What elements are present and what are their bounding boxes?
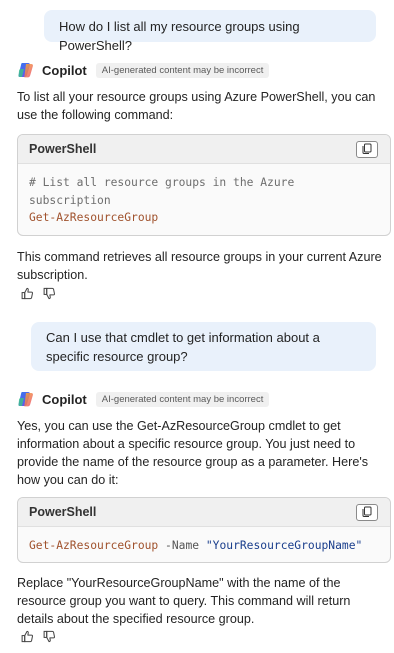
- user-message: How do I list all my resource groups usi…: [44, 10, 376, 53]
- code-parameter: -Name: [165, 539, 200, 552]
- code-language-label: PowerShell: [29, 142, 97, 156]
- response-outro: This command retrieves all resource grou…: [17, 250, 382, 282]
- chat-window: How do I list all my resource groups usi…: [0, 0, 394, 653]
- assistant-name: Copilot: [42, 391, 87, 407]
- response-intro: To list all your resource groups using A…: [17, 90, 376, 122]
- user-message: Can I use that cmdlet to get information…: [31, 322, 376, 371]
- user-message-text: Can I use that cmdlet to get information…: [46, 330, 320, 364]
- code-content: Get-AzResourceGroup -Name "YourResourceG…: [18, 527, 390, 562]
- ai-disclaimer-badge: AI-generated content may be incorrect: [95, 391, 270, 407]
- copy-button[interactable]: [356, 140, 378, 158]
- copy-icon: [362, 506, 372, 517]
- copy-icon: [362, 143, 372, 154]
- feedback-bar: [21, 630, 56, 643]
- response-intro: Yes, you can use the Get-AzResourceGroup…: [17, 419, 369, 487]
- copy-button[interactable]: [356, 503, 378, 521]
- feedback-bar: [21, 287, 56, 300]
- thumbs-down-icon[interactable]: [43, 630, 56, 643]
- code-line: Get-AzResourceGroup -Name "YourResourceG…: [29, 537, 379, 555]
- code-block-header: PowerShell: [18, 498, 390, 527]
- code-command: Get-AzResourceGroup: [29, 211, 159, 224]
- thumbs-up-icon[interactable]: [21, 630, 34, 643]
- assistant-name: Copilot: [42, 62, 87, 78]
- code-comment: # List all resource groups in the Azure: [29, 176, 295, 189]
- copilot-logo-icon: [18, 392, 33, 407]
- code-block: PowerShell # List all resource groups in…: [17, 134, 391, 236]
- code-comment: subscription: [29, 193, 111, 207]
- thumbs-up-icon[interactable]: [21, 287, 34, 300]
- ai-disclaimer-badge: AI-generated content may be incorrect: [95, 62, 270, 78]
- response-outro: Replace "YourResourceGroupName" with the…: [17, 576, 351, 626]
- copilot-logo-icon: [18, 63, 33, 78]
- assistant-header: Copilot AI-generated content may be inco…: [17, 390, 270, 408]
- code-block: PowerShell Get-AzResourceGroup -Name "Yo…: [17, 497, 391, 563]
- thumbs-down-icon[interactable]: [43, 287, 56, 300]
- code-string: "YourResourceGroupName": [205, 539, 363, 552]
- user-message-text: How do I list all my resource groups usi…: [59, 19, 300, 53]
- code-block-header: PowerShell: [18, 135, 390, 164]
- code-content: # List all resource groups in the Azure …: [18, 164, 390, 235]
- code-language-label: PowerShell: [29, 505, 97, 519]
- assistant-header: Copilot AI-generated content may be inco…: [17, 61, 270, 79]
- code-command: Get-AzResourceGroup: [29, 539, 159, 552]
